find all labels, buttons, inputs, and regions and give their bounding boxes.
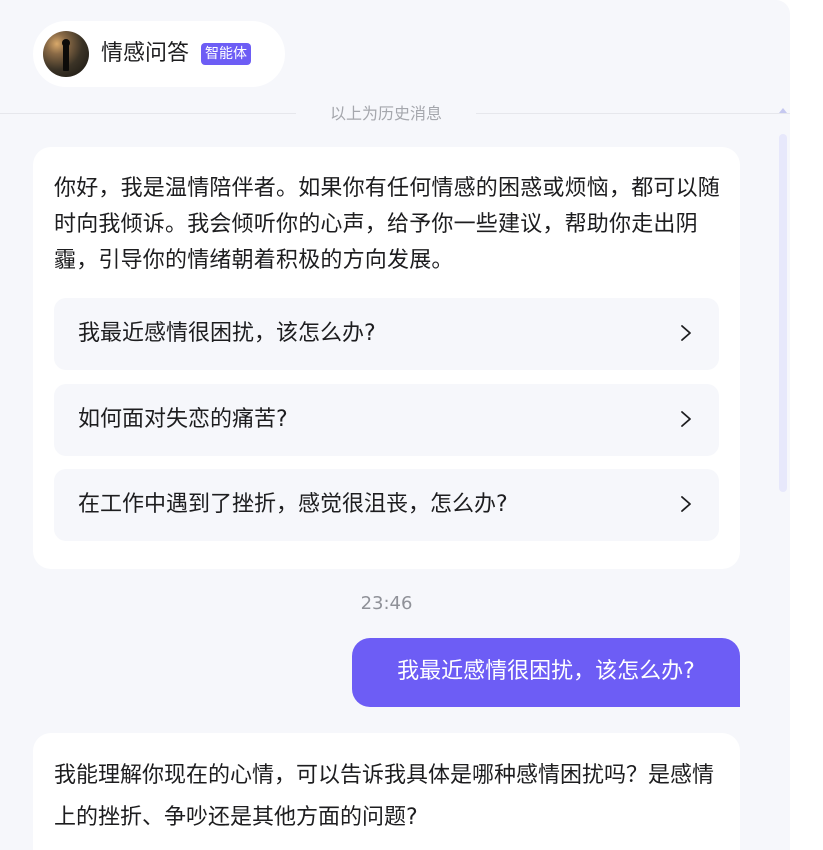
avatar xyxy=(43,31,89,77)
suggestion-item[interactable]: 在工作中遇到了挫折，感觉很沮丧，怎么办? xyxy=(54,469,719,541)
chevron-right-icon xyxy=(681,325,691,341)
suggestion-item[interactable]: 我最近感情很困扰，该怎么办? xyxy=(54,298,719,370)
scrollbar-thumb[interactable] xyxy=(779,134,787,492)
suggestion-label: 我最近感情很困扰，该怎么办? xyxy=(78,321,376,346)
history-divider-label: 以上为历史消息 xyxy=(329,104,442,123)
suggestion-label: 在工作中遇到了挫折，感觉很沮丧，怎么办? xyxy=(78,492,508,517)
avatar-figure xyxy=(63,43,69,71)
agent-header[interactable]: 情感问答 智能体 xyxy=(33,21,285,87)
user-message: 我最近感情很困扰，该怎么办? xyxy=(352,638,740,707)
assistant-message-greeting: 你好，我是温情陪伴者。如果你有任何情感的困惑或烦恼，都可以随时向我倾诉。我会倾听… xyxy=(33,147,740,569)
user-message-text: 我最近感情很困扰，该怎么办? xyxy=(397,659,695,684)
agent-name: 情感问答 xyxy=(101,41,190,66)
assistant-message-text: 你好，我是温情陪伴者。如果你有任何情感的困惑或烦恼，都可以随时向我倾诉。我会倾听… xyxy=(54,176,721,273)
suggestion-item[interactable]: 如何面对失恋的痛苦? xyxy=(54,384,719,456)
agent-badge: 智能体 xyxy=(201,43,251,65)
chevron-right-icon xyxy=(681,411,691,427)
assistant-message-reply: 我能理解你现在的心情，可以告诉我具体是哪种感情困扰吗？是感情上的挫折、争吵还是其… xyxy=(33,733,740,850)
divider-line-left xyxy=(0,113,296,114)
assistant-message-text: 我能理解你现在的心情，可以告诉我具体是哪种感情困扰吗？是感情上的挫折、争吵还是其… xyxy=(54,763,715,830)
divider-line-right xyxy=(476,113,790,114)
scrollbar[interactable] xyxy=(777,108,788,850)
suggestion-label: 如何面对失恋的痛苦? xyxy=(78,407,288,432)
history-divider: 以上为历史消息 xyxy=(0,100,790,128)
message-timestamp: 23:46 xyxy=(360,593,413,614)
scroll-up-arrow-icon[interactable] xyxy=(779,108,787,113)
chat-panel: 情感问答 智能体 以上为历史消息 你好，我是温情陪伴者。如果你有任何情感的困惑或… xyxy=(0,0,790,850)
chevron-right-icon xyxy=(681,496,691,512)
